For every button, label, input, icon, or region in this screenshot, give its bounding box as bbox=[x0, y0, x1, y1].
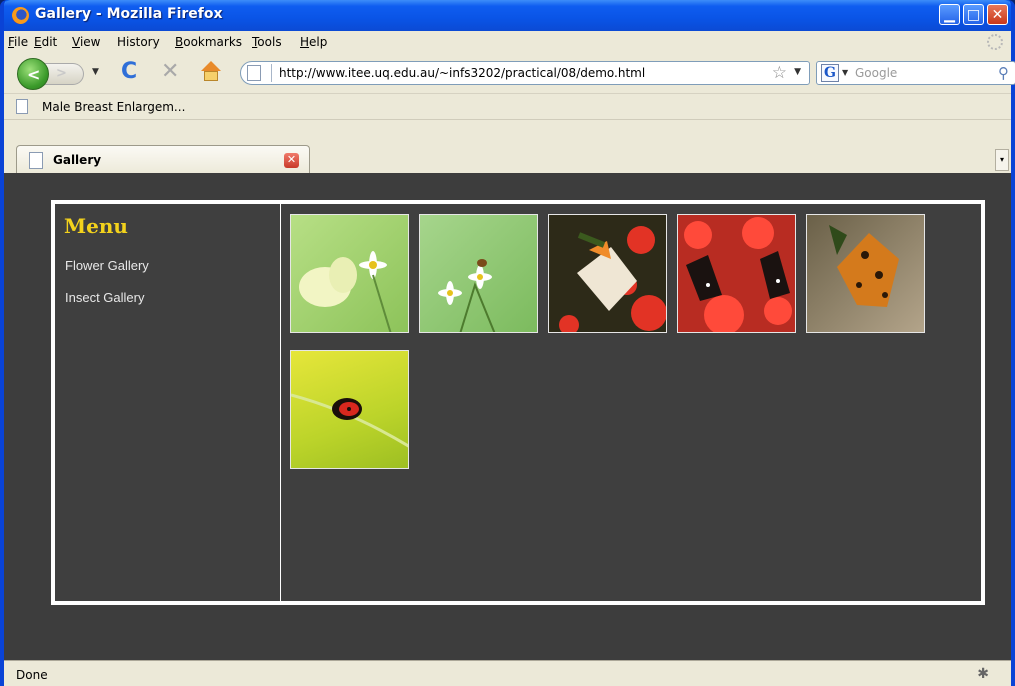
navigation-toolbar: > < ▼ C ✕ http://www.itee.uq.edu.au/~inf… bbox=[4, 53, 1015, 93]
insect-gallery-link[interactable]: Insect Gallery bbox=[65, 290, 144, 305]
bee-on-white-flowers bbox=[438, 259, 496, 332]
minimize-button[interactable]: ▁ bbox=[939, 4, 960, 25]
ladybug-on-leaf bbox=[291, 393, 408, 448]
tab-close-icon[interactable]: ✕ bbox=[284, 153, 299, 168]
thumbnail-image[interactable] bbox=[419, 214, 538, 333]
menu-bar: File Edit View History Bookmarks Tools H… bbox=[4, 31, 1011, 53]
menu-edit[interactable]: Edit bbox=[34, 35, 57, 49]
close-icon: ✕ bbox=[991, 7, 1004, 23]
orange-spotted-butterfly-on-rock bbox=[829, 225, 899, 307]
menu-tools[interactable]: Tools bbox=[252, 35, 282, 49]
thumbnail-image[interactable] bbox=[806, 214, 925, 333]
menu-history[interactable]: History bbox=[117, 35, 160, 49]
bookmark-page-icon bbox=[16, 99, 28, 114]
page-icon[interactable] bbox=[247, 65, 261, 81]
url-bar[interactable]: http://www.itee.uq.edu.au/~infs3202/prac… bbox=[240, 61, 810, 85]
search-input[interactable]: Google bbox=[855, 66, 897, 80]
browser-window: Gallery - Mozilla Firefox ▁ □ ✕ File Edi… bbox=[0, 0, 1015, 686]
window-title: Gallery - Mozilla Firefox bbox=[35, 6, 223, 22]
thumbnail-image[interactable] bbox=[677, 214, 796, 333]
home-icon[interactable] bbox=[200, 61, 222, 83]
forward-button[interactable]: > bbox=[44, 63, 84, 85]
menu-file[interactable]: File bbox=[8, 35, 28, 49]
engine-dropdown-icon[interactable]: ▼ bbox=[842, 68, 848, 77]
thumbnail-image[interactable] bbox=[548, 214, 667, 333]
thumbnail-image[interactable] bbox=[290, 214, 409, 333]
white-orange-butterfly-red-flowers bbox=[559, 226, 666, 332]
tab-list-dropdown-icon[interactable]: ▾ bbox=[995, 149, 1009, 171]
search-icon[interactable]: ⚲ bbox=[998, 64, 1009, 82]
maximize-icon: □ bbox=[966, 7, 981, 23]
menu-bookmarks[interactable]: Bookmarks bbox=[175, 35, 242, 49]
title-bar: Gallery - Mozilla Firefox ▁ □ ✕ bbox=[4, 0, 1011, 31]
forward-arrow-icon: > bbox=[56, 66, 67, 81]
url-dropdown-icon[interactable]: ▼ bbox=[794, 67, 801, 77]
reload-icon[interactable]: C bbox=[121, 59, 137, 84]
firebug-icon[interactable]: ✱ bbox=[977, 666, 989, 682]
white-butterfly-on-daisy bbox=[299, 251, 392, 332]
url-input[interactable]: http://www.itee.uq.edu.au/~infs3202/prac… bbox=[279, 66, 645, 80]
bookmark-item[interactable]: Male Breast Enlargem... bbox=[42, 100, 185, 114]
stop-icon[interactable]: ✕ bbox=[161, 59, 179, 84]
menu-heading: Menu bbox=[64, 214, 128, 238]
status-bar: Done ✱ bbox=[4, 660, 1011, 686]
bookmark-star-icon[interactable]: ☆ bbox=[772, 63, 787, 83]
menu-help[interactable]: Help bbox=[300, 35, 327, 49]
throbber-icon bbox=[987, 34, 1003, 50]
flower-gallery-link[interactable]: Flower Gallery bbox=[65, 258, 149, 273]
thumbnail-image[interactable] bbox=[290, 350, 409, 469]
page-content: Menu Flower Gallery Insect Gallery bbox=[4, 173, 1011, 660]
bookmarks-toolbar: Male Breast Enlargem... bbox=[4, 93, 1011, 119]
tab-gallery[interactable]: Gallery ✕ bbox=[16, 145, 310, 175]
google-engine-icon[interactable]: G bbox=[821, 64, 839, 82]
tab-page-icon bbox=[29, 152, 43, 169]
gallery-frame: Menu Flower Gallery Insect Gallery bbox=[51, 200, 985, 605]
back-button[interactable]: < bbox=[17, 58, 49, 90]
minimize-icon: ▁ bbox=[944, 7, 955, 23]
sidebar-menu: Menu Flower Gallery Insect Gallery bbox=[55, 204, 281, 601]
tab-label: Gallery bbox=[53, 153, 102, 167]
tab-strip: Gallery ✕ ▾ bbox=[4, 119, 1011, 175]
search-bar[interactable]: G ▼ Google ⚲ bbox=[816, 61, 1015, 85]
back-arrow-icon: < bbox=[27, 65, 41, 84]
close-window-button[interactable]: ✕ bbox=[987, 4, 1008, 25]
status-text: Done bbox=[16, 668, 48, 682]
maximize-button[interactable]: □ bbox=[963, 4, 984, 25]
black-butterflies-red-flowers bbox=[684, 217, 792, 332]
menu-view[interactable]: View bbox=[72, 35, 100, 49]
browser-chrome: File Edit View History Bookmarks Tools H… bbox=[4, 31, 1015, 175]
history-dropdown-icon[interactable]: ▼ bbox=[92, 67, 99, 77]
firefox-logo-icon bbox=[12, 7, 29, 24]
